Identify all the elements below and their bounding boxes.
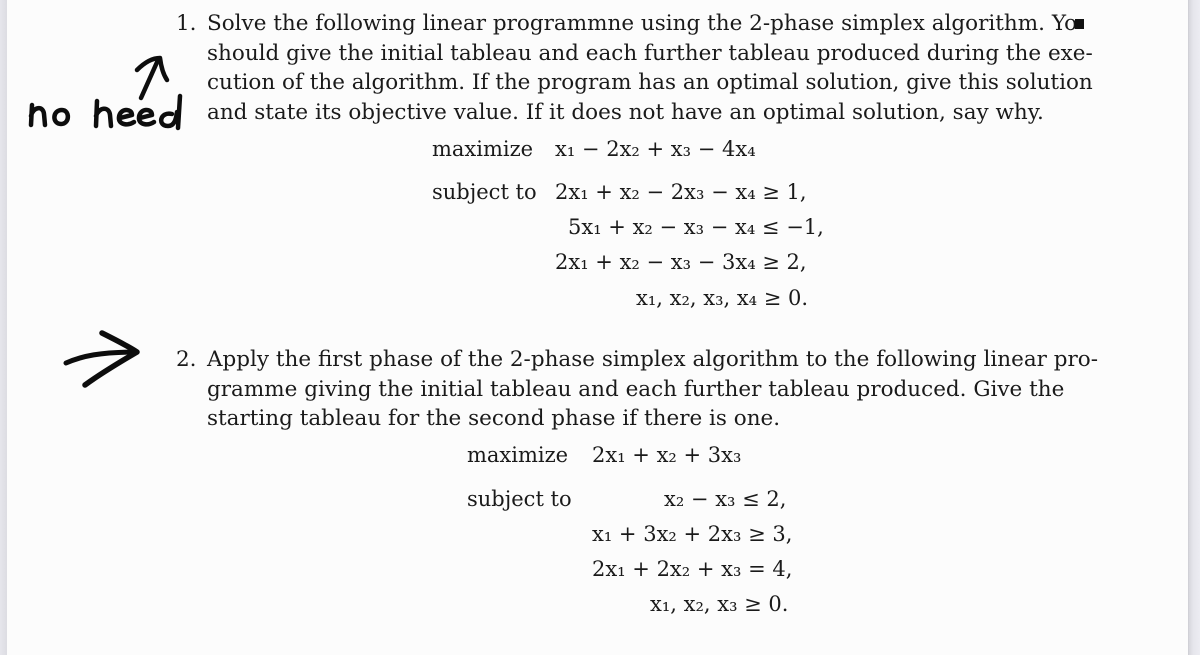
arrow-up-right-icon <box>134 55 170 101</box>
handwritten-note-no-need <box>28 93 183 131</box>
handwritten-annotations <box>28 55 183 388</box>
arrow-right-icon <box>63 330 140 388</box>
